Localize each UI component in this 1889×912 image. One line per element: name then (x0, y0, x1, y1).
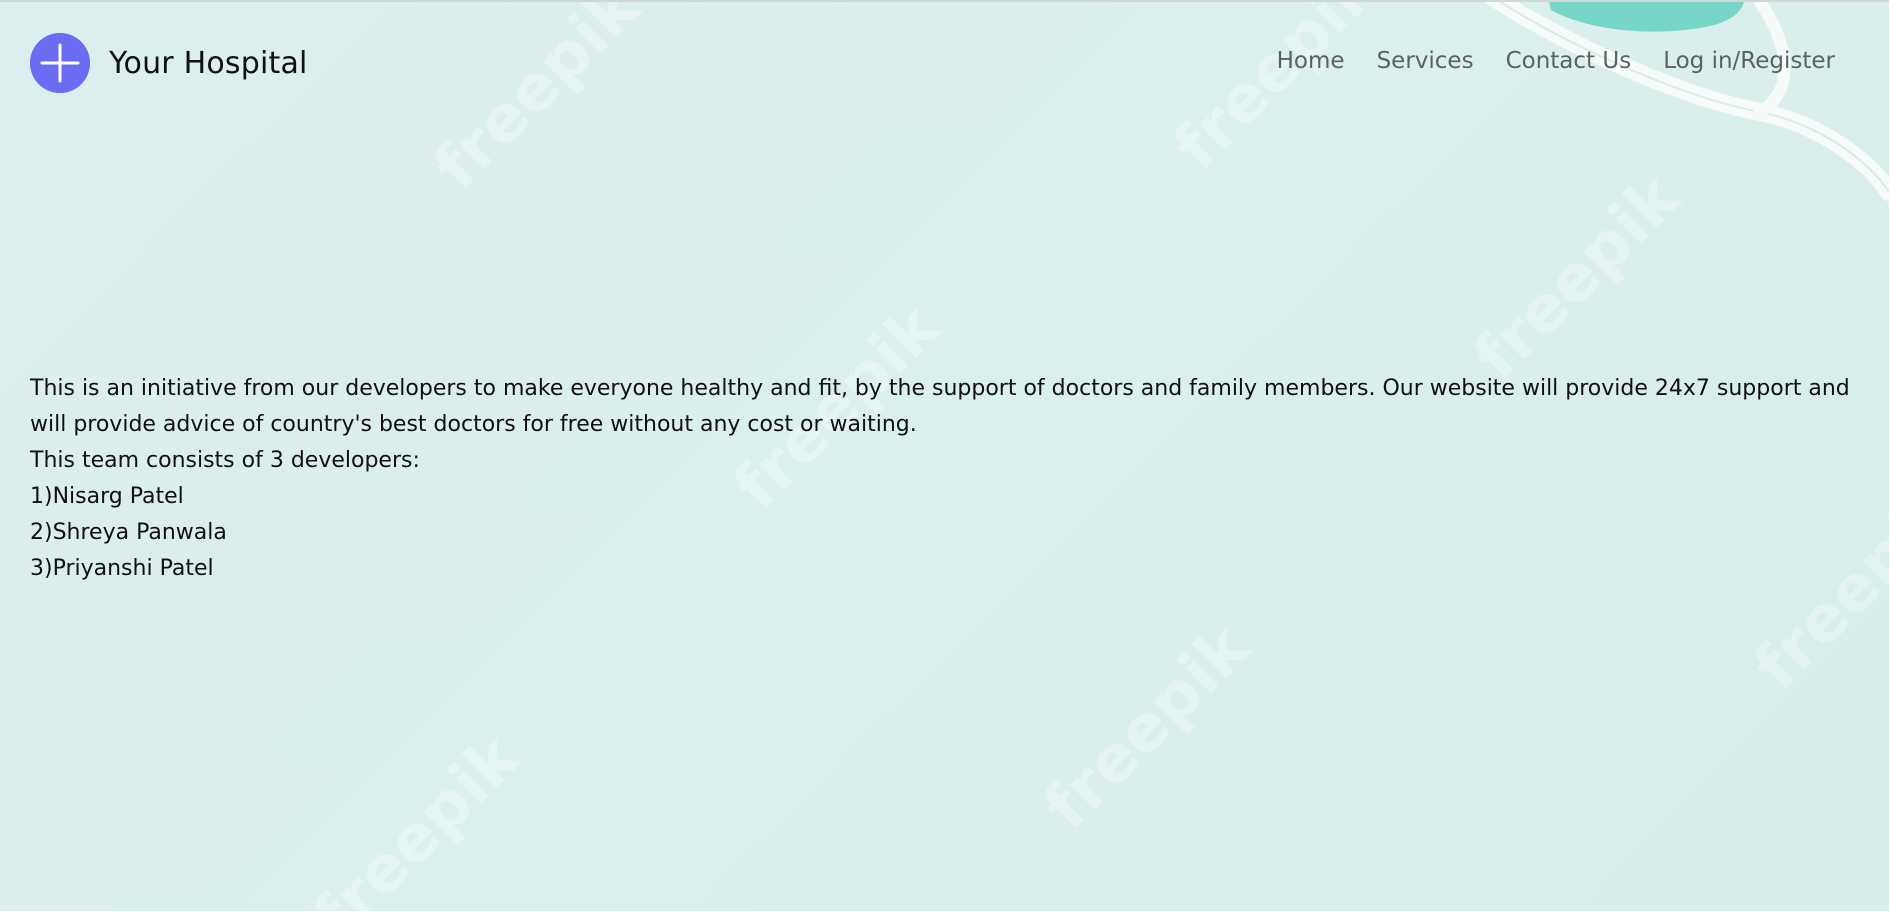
brand[interactable]: Your Hospital (30, 33, 308, 93)
watermark-text: freepik (300, 720, 534, 911)
plus-icon[interactable] (30, 33, 90, 93)
watermark-text: freepik (1030, 610, 1264, 845)
watermark-text: freepik (1460, 160, 1694, 395)
page-background: freepik freepik freepik freepik freepik … (0, 0, 1889, 911)
nav-link-login-register[interactable]: Log in/Register (1663, 48, 1835, 74)
nav-link-home[interactable]: Home (1277, 48, 1345, 74)
about-content: This is an initiative from our developer… (30, 371, 1850, 587)
site-header: Your Hospital Home Services Contact Us L… (0, 2, 1889, 122)
team-heading: This team consists of 3 developers: (30, 448, 420, 473)
brand-name[interactable]: Your Hospital (109, 46, 308, 81)
nav-link-services[interactable]: Services (1377, 48, 1474, 74)
developer-item: 2)Shreya Panwala (30, 520, 227, 545)
nav-link-contact-us[interactable]: Contact Us (1506, 48, 1632, 74)
developer-item: 3)Priyanshi Patel (30, 556, 214, 581)
main-nav: Home Services Contact Us Log in/Register (1277, 48, 1835, 74)
intro-paragraph: This is an initiative from our developer… (30, 376, 1850, 437)
developer-item: 1)Nisarg Patel (30, 484, 184, 509)
